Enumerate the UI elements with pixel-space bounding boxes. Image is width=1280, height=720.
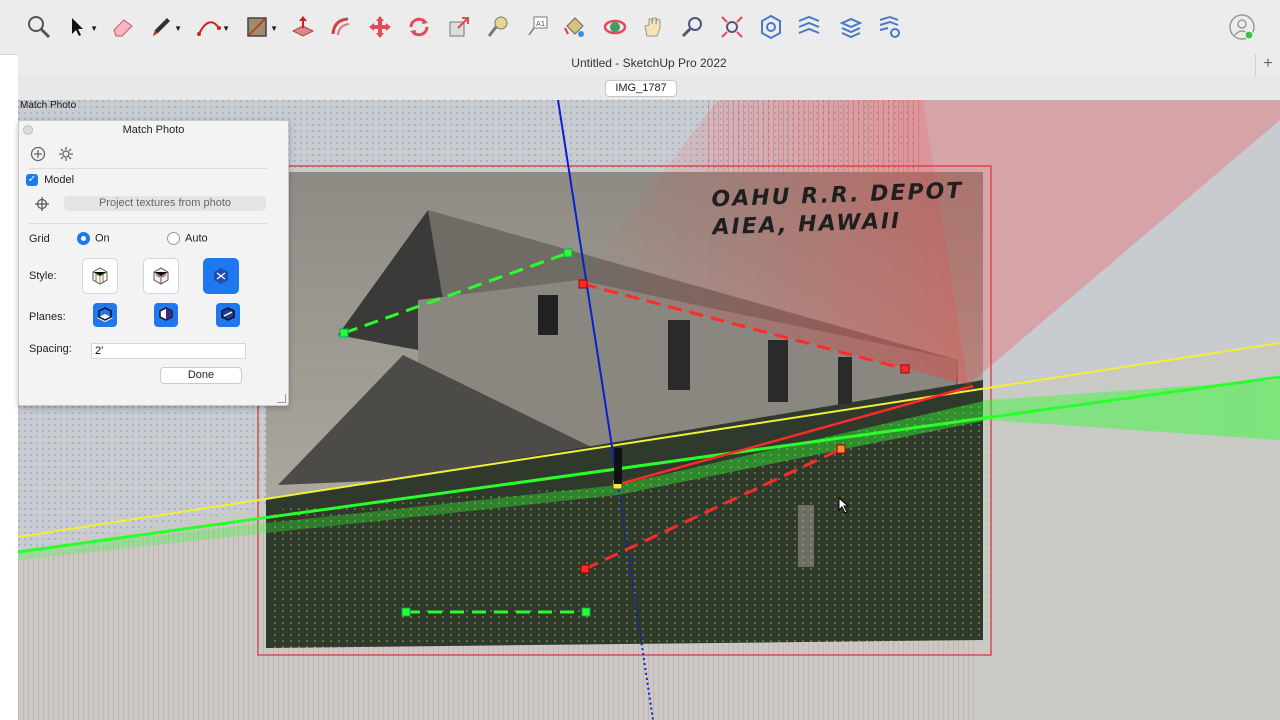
- vp-grip[interactable]: [563, 248, 573, 258]
- plane-side-button[interactable]: [215, 302, 241, 328]
- pan-icon[interactable]: [636, 11, 670, 43]
- vp-grip[interactable]: [578, 279, 588, 289]
- grid-auto-radio[interactable]: [167, 232, 180, 245]
- scene-tab-img-1787[interactable]: IMG_1787: [605, 80, 677, 97]
- spacing-input[interactable]: 2': [91, 343, 246, 359]
- chevron-down-icon[interactable]: ▼: [222, 24, 230, 33]
- grid-auto-label: Auto: [185, 232, 208, 245]
- rotate-icon[interactable]: [402, 11, 436, 43]
- chevron-down-icon[interactable]: ▼: [270, 24, 278, 33]
- crosshair-icon[interactable]: [35, 197, 49, 214]
- wall-plane-icon: [154, 303, 178, 327]
- photo-window: [538, 295, 558, 335]
- resize-handle[interactable]: [277, 394, 286, 403]
- add-tab-button[interactable]: +: [1255, 54, 1280, 76]
- extension-icon[interactable]: [792, 11, 826, 43]
- spacing-label: Spacing:: [29, 343, 72, 355]
- vp-grip[interactable]: [580, 564, 590, 574]
- shaded-cube-icon: [153, 267, 169, 285]
- planes-label: Planes:: [29, 311, 66, 323]
- match-photo-panel: Match Photo ✓ Model Project textures fro…: [18, 120, 289, 406]
- warehouse-icon[interactable]: [754, 11, 788, 43]
- grid-cube-icon: [92, 267, 108, 285]
- model-label: Model: [44, 174, 75, 187]
- scale-figure: [614, 448, 622, 484]
- model-row: ✓ Model: [26, 174, 75, 187]
- gear-icon[interactable]: [58, 146, 74, 165]
- pencil-icon[interactable]: ▼: [144, 11, 182, 43]
- project-textures-button[interactable]: Project textures from photo: [64, 196, 266, 211]
- grid-auto-option[interactable]: Auto: [167, 232, 208, 245]
- grid-label: Grid: [29, 233, 50, 245]
- zoom-extents-icon[interactable]: [715, 11, 749, 43]
- photo-window: [668, 320, 690, 390]
- extension-settings-icon[interactable]: [873, 11, 907, 43]
- search-icon[interactable]: [22, 11, 56, 43]
- style-label: Style:: [29, 270, 57, 282]
- close-icon[interactable]: [23, 125, 33, 135]
- side-plane-icon: [216, 303, 240, 327]
- vp-grip[interactable]: [339, 328, 349, 338]
- main-toolbar: ▼ ▼ ▼ ▼ A1: [0, 0, 1280, 55]
- panel-header: Match Photo: [19, 121, 288, 139]
- vp-grip[interactable]: [900, 364, 910, 374]
- viewport-caption: Match Photo: [20, 100, 77, 111]
- left-window-strip: [0, 0, 18, 720]
- grid-on-option[interactable]: On: [77, 232, 110, 245]
- text-icon[interactable]: A1: [520, 11, 554, 43]
- ground-plane-icon: [93, 303, 117, 327]
- layers-icon[interactable]: [834, 11, 868, 43]
- photo-caption-text: OAHU R.R. DEPOT AIEA, HAWAII: [711, 178, 965, 243]
- scene-tabs-bar: IMG_1787: [18, 76, 1280, 101]
- style-wireframe-button[interactable]: [82, 258, 118, 294]
- offset-icon[interactable]: [324, 11, 358, 43]
- rectangle-icon[interactable]: ▼: [240, 11, 278, 43]
- chevron-down-icon[interactable]: ▼: [174, 24, 182, 33]
- solid-cube-icon: [214, 268, 228, 284]
- vp-grip[interactable]: [581, 607, 591, 617]
- grid-on-radio[interactable]: [77, 232, 90, 245]
- vp-grip[interactable]: [401, 607, 411, 617]
- arc-icon[interactable]: ▼: [192, 11, 230, 43]
- svg-text:A1: A1: [536, 20, 545, 28]
- window-title: Untitled - SketchUp Pro 2022: [571, 56, 727, 70]
- panel-title: Match Photo: [122, 124, 185, 136]
- scale-icon[interactable]: [442, 11, 476, 43]
- style-shaded-button[interactable]: [203, 258, 239, 294]
- grid-on-label: On: [95, 232, 110, 245]
- vp-grip[interactable]: [836, 444, 846, 454]
- style-hidden-button[interactable]: [143, 258, 179, 294]
- chevron-down-icon[interactable]: ▼: [90, 24, 98, 33]
- move-icon[interactable]: [363, 11, 397, 43]
- zoom-icon[interactable]: [676, 11, 710, 43]
- paint-bucket-icon[interactable]: [557, 11, 591, 43]
- orbit-icon[interactable]: [598, 11, 632, 43]
- select-arrow-icon[interactable]: ▼: [60, 11, 98, 43]
- divider: [29, 168, 267, 169]
- photo-window: [768, 340, 788, 402]
- account-icon[interactable]: [1228, 13, 1256, 41]
- push-pull-icon[interactable]: [286, 11, 320, 43]
- done-button[interactable]: Done: [160, 367, 242, 384]
- plane-ground-button[interactable]: [92, 302, 118, 328]
- model-checkbox[interactable]: ✓: [26, 174, 38, 187]
- tape-measure-icon[interactable]: [481, 11, 515, 43]
- window-title-bar: Untitled - SketchUp Pro 2022 +: [18, 54, 1280, 76]
- eraser-icon[interactable]: [106, 11, 140, 43]
- plane-wall-button[interactable]: [153, 302, 179, 328]
- divider: [29, 223, 267, 224]
- add-photo-icon[interactable]: [30, 146, 46, 165]
